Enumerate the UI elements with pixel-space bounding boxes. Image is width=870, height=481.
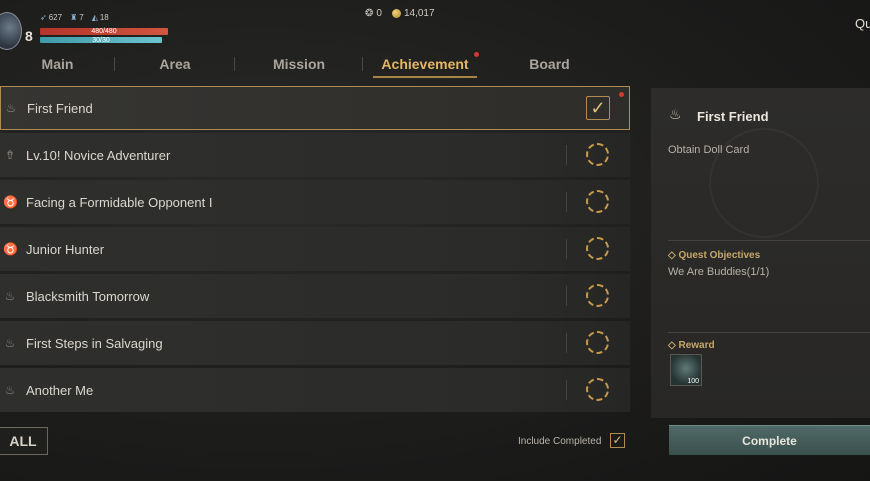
coin-icon xyxy=(391,9,401,18)
list-item-label: Facing a Formidable Opponent I xyxy=(26,194,213,210)
wing-icon: ◭ xyxy=(91,13,98,22)
reward-quantity: 100 xyxy=(687,378,699,385)
stat-speed: ◭ 18 xyxy=(91,13,109,22)
list-item-label: Another Me xyxy=(26,382,94,398)
hp-bar: 480/480 xyxy=(40,28,168,35)
list-item[interactable]: ♨ Another Me xyxy=(0,368,630,412)
tab-main[interactable]: Main xyxy=(0,50,115,78)
notification-dot xyxy=(474,52,479,57)
lamp-icon: ♨ xyxy=(4,289,16,303)
list-item-label: Junior Hunter xyxy=(26,241,105,257)
tab-board[interactable]: Board xyxy=(487,50,612,78)
objectives-heading: ◇ Quest Objectives xyxy=(668,250,761,261)
list-item-label: Lv.10! Novice Adventurer xyxy=(26,147,171,163)
list-item[interactable]: ♨ First Friend ✓ xyxy=(0,86,630,130)
progress-ring-icon xyxy=(586,143,609,166)
divider xyxy=(566,239,567,259)
divider xyxy=(668,240,870,241)
divider xyxy=(566,145,567,165)
player-level: 8 xyxy=(25,28,33,44)
lamp-icon: ♨ xyxy=(4,336,16,350)
list-item-label: First Friend xyxy=(27,100,93,116)
tab-mission[interactable]: Mission xyxy=(235,50,363,78)
detail-description: Obtain Doll Card xyxy=(668,144,750,156)
progress-ring-icon xyxy=(586,284,609,307)
achievement-list: ♨ First Friend ✓ ⇮ Lv.10! Novice Adventu… xyxy=(0,86,630,415)
divider xyxy=(566,333,567,353)
avatar[interactable] xyxy=(0,12,22,50)
reward-heading: ◇ Reward xyxy=(668,340,715,351)
filter-all-button[interactable]: ALL xyxy=(0,427,48,455)
divider xyxy=(566,286,567,306)
divider xyxy=(566,380,567,400)
diamond-icon: ◇ xyxy=(668,340,679,351)
include-completed-checkbox[interactable]: ✓ xyxy=(610,433,625,448)
list-item-label: Blacksmith Tomorrow xyxy=(26,288,150,304)
progress-ring-icon xyxy=(586,237,609,260)
list-item-label: First Steps in Salvaging xyxy=(26,335,163,351)
reward-item[interactable]: 100 xyxy=(670,354,702,386)
list-item[interactable]: ♨ First Steps in Salvaging xyxy=(0,321,630,365)
status-hud: 8 ➶ 627 ♜ 7 ◭ 18 480/480 30/30 ❂ 0 14,017 Qu xyxy=(0,0,870,50)
divider xyxy=(668,332,870,333)
diamond-icon: ◇ xyxy=(668,250,679,261)
feather-icon: ➶ xyxy=(40,13,47,22)
list-item[interactable]: ⇮ Lv.10! Novice Adventurer xyxy=(0,133,630,177)
armor-icon: ♜ xyxy=(70,13,78,22)
stat-attack: ➶ 627 xyxy=(40,13,63,22)
lamp-icon: ♨ xyxy=(4,383,16,397)
stat-defense: ♜ 7 xyxy=(70,13,84,22)
hp-text: 480/480 xyxy=(91,28,117,35)
tab-achievement[interactable]: Achievement xyxy=(363,50,487,78)
notification-dot xyxy=(619,92,624,97)
pin-icon: ⇮ xyxy=(4,148,16,162)
tab-area[interactable]: Area xyxy=(115,50,235,78)
quest-tabs: Main Area Mission Achievement Board xyxy=(0,50,620,78)
bull-icon: ♉ xyxy=(3,242,18,256)
bull-icon: ♉ xyxy=(3,195,18,209)
currency-gold: 14,017 xyxy=(391,8,435,19)
quit-button[interactable]: Qu xyxy=(855,16,870,31)
mp-bar: 30/30 xyxy=(40,37,162,44)
lamp-icon: ♨ xyxy=(5,101,17,115)
list-item[interactable]: ♨ Blacksmith Tomorrow xyxy=(0,274,630,318)
detail-title: First Friend xyxy=(697,109,769,124)
include-completed-label: Include Completed xyxy=(518,436,602,447)
mp-text: 30/30 xyxy=(92,37,110,44)
progress-ring-icon xyxy=(586,378,609,401)
complete-button[interactable]: Complete xyxy=(669,425,870,455)
progress-ring-icon xyxy=(586,331,609,354)
lamp-icon: ♨ xyxy=(669,106,682,122)
detail-panel: ♨ First Friend Obtain Doll Card ◇ Quest … xyxy=(651,88,870,418)
list-item[interactable]: ♉ Junior Hunter xyxy=(0,227,630,271)
claimed-check-icon[interactable]: ✓ xyxy=(586,96,610,120)
currency-gem: ❂ 0 xyxy=(365,8,382,19)
gem-icon: ❂ xyxy=(365,8,374,19)
objective-text: We Are Buddies(1/1) xyxy=(668,266,770,278)
divider xyxy=(566,192,567,212)
currency-display: ❂ 0 14,017 xyxy=(365,8,435,19)
progress-ring-icon xyxy=(586,190,609,213)
list-item[interactable]: ♉ Facing a Formidable Opponent I xyxy=(0,180,630,224)
player-stats: ➶ 627 ♜ 7 ◭ 18 xyxy=(40,13,109,22)
